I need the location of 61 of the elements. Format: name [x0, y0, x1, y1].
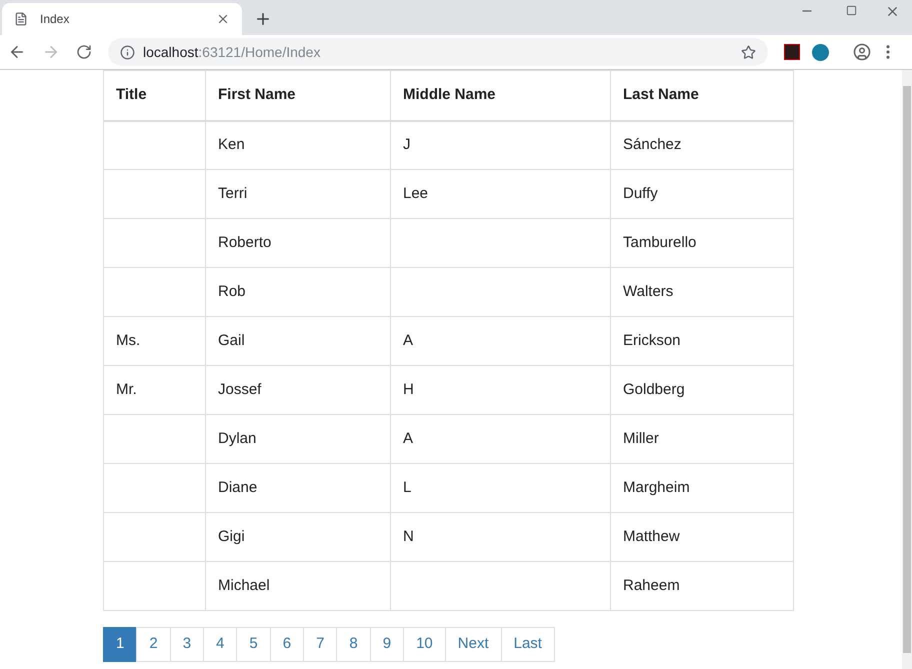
- table-cell: A: [390, 316, 610, 366]
- table-cell: Margheim: [610, 464, 794, 512]
- table-cell: Michael: [206, 562, 390, 610]
- table-cell: Raheem: [610, 562, 794, 610]
- scrollbar[interactable]: [902, 70, 912, 669]
- table-cell: Tamburello: [610, 218, 794, 268]
- browser-tab[interactable]: Index: [2, 3, 242, 35]
- table-cell: Miller: [610, 414, 794, 464]
- page-link[interactable]: 3: [170, 627, 204, 662]
- table-cell: Gail: [206, 316, 390, 366]
- table-cell: Diane: [206, 464, 390, 512]
- page-link[interactable]: 9: [370, 627, 404, 662]
- table-cell: Ms.: [104, 316, 206, 366]
- table-cell: Jossef: [206, 366, 390, 414]
- page-link[interactable]: Next: [444, 627, 502, 662]
- page-link[interactable]: 4: [203, 627, 238, 662]
- url-text: localhost:63121/Home/Index: [143, 42, 322, 62]
- page-link[interactable]: 7: [303, 627, 338, 662]
- table-cell: N: [390, 512, 610, 562]
- page-link[interactable]: 5: [236, 627, 271, 662]
- close-icon[interactable]: [216, 12, 230, 26]
- table-cell: J: [390, 120, 610, 170]
- table-cell: H: [390, 366, 610, 414]
- close-window-icon[interactable]: [885, 4, 900, 19]
- bookmark-star-icon[interactable]: [741, 44, 756, 60]
- table-cell: Ken: [206, 120, 390, 170]
- address-bar[interactable]: localhost:63121/Home/Index: [108, 38, 768, 66]
- page-icon: [14, 12, 28, 26]
- table-cell: Rob: [206, 268, 390, 316]
- page-link[interactable]: 6: [270, 627, 304, 662]
- table-cell: Erickson: [610, 316, 794, 366]
- table-cell: Matthew: [610, 512, 794, 562]
- column-header: Last Name: [610, 70, 794, 120]
- table-cell: Terri: [206, 170, 390, 218]
- page-link[interactable]: 8: [336, 627, 371, 662]
- table-cell: Lee: [390, 170, 610, 218]
- page-link[interactable]: 10: [403, 627, 446, 662]
- table-cell: A: [390, 414, 610, 464]
- new-tab-icon[interactable]: [254, 10, 272, 28]
- table-cell: Mr.: [104, 366, 206, 414]
- maximize-icon[interactable]: [846, 5, 857, 16]
- table-cell: Duffy: [610, 170, 794, 218]
- tab-title: Index: [40, 11, 70, 28]
- table-cell: Roberto: [206, 218, 390, 268]
- table-cell: L: [390, 464, 610, 512]
- profile-icon[interactable]: [853, 43, 871, 61]
- reload-icon[interactable]: [76, 44, 92, 60]
- column-header: First Name: [206, 70, 390, 120]
- back-icon[interactable]: [8, 43, 26, 61]
- table-cell: Gigi: [206, 512, 390, 562]
- page-link[interactable]: 1: [103, 627, 138, 662]
- table-cell: Sánchez: [610, 120, 794, 170]
- column-header: Title: [104, 70, 206, 120]
- column-header: Middle Name: [390, 70, 610, 120]
- info-icon: [120, 44, 135, 60]
- page-link[interactable]: Last: [500, 627, 555, 662]
- page-link[interactable]: 2: [136, 627, 171, 662]
- circle-extension-icon[interactable]: [812, 44, 829, 60]
- table-cell: Goldberg: [610, 366, 794, 414]
- table-cell: Walters: [610, 268, 794, 316]
- table-cell: Dylan: [206, 414, 390, 464]
